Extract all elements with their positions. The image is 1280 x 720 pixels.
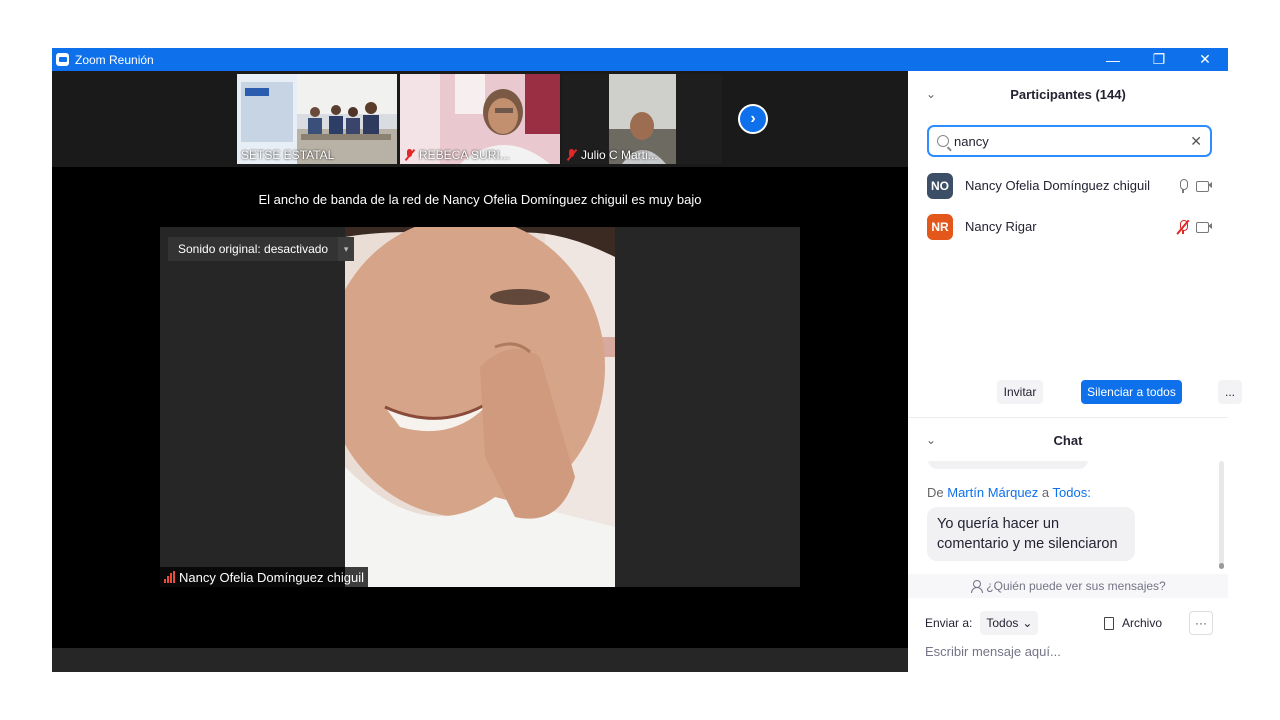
mic-muted-icon — [566, 149, 578, 161]
window-controls: — ❐ ✕ — [1090, 48, 1228, 71]
restore-button[interactable]: ❐ — [1136, 48, 1182, 71]
title-bar: Zoom Reunión — ❐ ✕ — [52, 48, 1228, 71]
participant-name: Nancy Rigar — [965, 219, 1037, 234]
who-can-see-messages[interactable]: ¿Quién puede ver sus mensajes? — [908, 574, 1228, 598]
clear-search-icon[interactable]: ✕ — [1190, 133, 1202, 150]
chat-messages[interactable]: De Martín Márquez a Todos: Yo quería hac… — [908, 461, 1228, 573]
sender-name[interactable]: Martín Márquez — [947, 485, 1038, 500]
bandwidth-notice: El ancho de banda de la red de Nancy Ofe… — [258, 192, 702, 207]
active-speaker-video[interactable]: Sonido original: desactivado ▾ Nancy Ofe… — [160, 227, 800, 587]
microphone-muted-icon[interactable] — [1176, 219, 1190, 234]
send-to-label: Enviar a: — [925, 616, 973, 630]
speaker-video-image — [345, 227, 615, 587]
toolbar-area — [52, 648, 908, 672]
meeting-stage: SETSE ESTATAL REBECA SURI... Julio C Mar… — [52, 71, 908, 672]
person-icon — [970, 580, 984, 593]
send-to-row: Enviar a: Todos ⌄ — [925, 611, 1039, 635]
next-page-button[interactable]: › — [738, 104, 768, 134]
participant-row[interactable]: NR Nancy Rigar — [908, 206, 1228, 247]
participants-title: Participantes (144) — [1010, 86, 1126, 102]
original-sound-badge[interactable]: Sonido original: desactivado ▾ — [168, 237, 355, 261]
zoom-window: Zoom Reunión — ❐ ✕ SETSE ESTATAL REBECA … — [52, 48, 1242, 672]
speaker-name-label: Nancy Ofelia Domínguez chiguil — [160, 567, 368, 587]
minimize-button[interactable]: — — [1090, 48, 1136, 71]
divider — [908, 417, 1228, 418]
chat-title: Chat — [1053, 432, 1083, 448]
thumbnail-name: Julio C Marti... — [566, 148, 658, 162]
video-camera-icon[interactable] — [1196, 180, 1212, 192]
close-button[interactable]: ✕ — [1182, 48, 1228, 71]
participants-header: ⌄ Participantes (144) — [908, 71, 1228, 117]
file-button[interactable]: Archivo — [1104, 611, 1162, 635]
microphone-icon[interactable] — [1178, 178, 1188, 193]
search-input[interactable] — [954, 133, 1191, 149]
side-panel: ⌄ Participantes (144) ✕ NO Nancy Ofelia … — [908, 71, 1242, 672]
chevron-down-icon[interactable]: ⌄ — [926, 433, 936, 447]
message-bubble: Yo quería hacer un comentario y me silen… — [927, 507, 1135, 561]
participant-row[interactable]: NO Nancy Ofelia Domínguez chiguil — [908, 165, 1228, 206]
participant-status — [1178, 165, 1212, 206]
speaker-video-feed — [345, 227, 615, 587]
chat-header: ⌄ Chat — [908, 420, 1228, 460]
avatar: NO — [927, 172, 953, 199]
participant-actions: Invitar Silenciar a todos ... — [908, 380, 1242, 404]
chat-scrollbar[interactable] — [1219, 461, 1224, 569]
video-camera-icon[interactable] — [1196, 221, 1212, 233]
low-signal-icon — [164, 571, 175, 583]
mute-all-button[interactable]: Silenciar a todos — [1081, 380, 1182, 404]
participant-search[interactable]: ✕ — [927, 125, 1212, 157]
video-thumbnail[interactable]: SETSE ESTATAL — [237, 74, 397, 164]
message-sender-line: De Martín Márquez a Todos: — [927, 485, 1091, 500]
recipient-dropdown[interactable]: Todos ⌄ — [980, 611, 1039, 635]
mic-muted-icon — [404, 149, 416, 161]
more-options-button[interactable]: ... — [1218, 380, 1242, 404]
video-thumbnail[interactable]: REBECA SURI... — [400, 74, 560, 164]
invite-button[interactable]: Invitar — [997, 380, 1043, 404]
participant-list: NO Nancy Ofelia Domínguez chiguil NR Nan… — [908, 165, 1228, 247]
zoom-app-icon — [56, 53, 69, 66]
previous-message-bubble — [928, 461, 1088, 469]
avatar: NR — [927, 213, 953, 240]
recipient-name: Todos: — [1052, 485, 1091, 500]
thumbnail-name: SETSE ESTATAL — [241, 148, 335, 162]
participant-status — [1176, 206, 1212, 247]
chevron-down-icon: ⌄ — [1022, 616, 1033, 630]
chat-scroll-thumb[interactable] — [1219, 563, 1224, 569]
search-icon — [937, 135, 949, 147]
message-input[interactable] — [925, 640, 1215, 662]
thumbnail-strip: SETSE ESTATAL REBECA SURI... Julio C Mar… — [52, 71, 908, 167]
chevron-down-icon[interactable]: ⌄ — [926, 87, 936, 101]
chevron-down-icon[interactable]: ▾ — [338, 237, 355, 261]
window-title: Zoom Reunión — [75, 52, 154, 67]
video-thumbnail[interactable]: Julio C Marti... — [562, 74, 722, 164]
file-icon — [1104, 616, 1114, 630]
thumbnail-name: REBECA SURI... — [404, 148, 510, 162]
chat-more-button[interactable]: ··· — [1189, 611, 1213, 635]
participant-name: Nancy Ofelia Domínguez chiguil — [965, 178, 1150, 193]
